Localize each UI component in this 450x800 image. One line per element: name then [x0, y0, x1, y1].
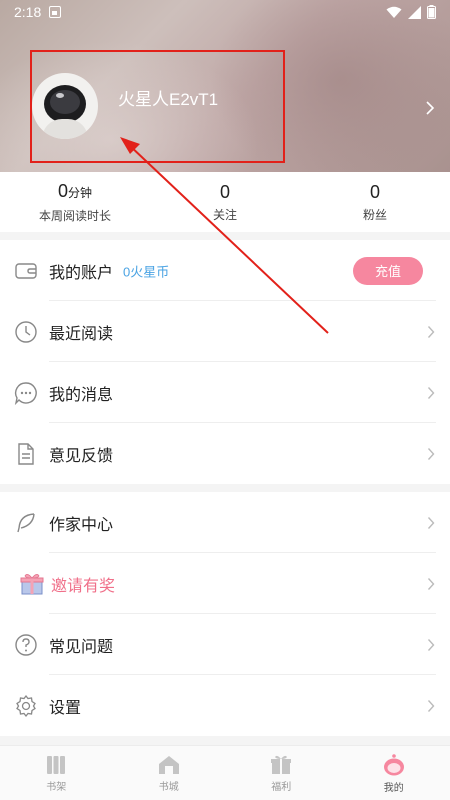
document-icon: [18, 442, 34, 465]
chevron-right-icon: [427, 447, 435, 460]
tab-bookstore[interactable]: 书城: [113, 746, 226, 800]
tab-label: 书城: [158, 781, 179, 793]
coin-balance: 0火星币: [123, 264, 170, 279]
menu-item-label: 我的账户: [49, 264, 114, 282]
menu-item-settings[interactable]: 设置: [0, 675, 450, 736]
chevron-right-icon: [427, 699, 435, 712]
stat-reading-time[interactable]: 0分钟 本周阅读时长: [0, 172, 150, 232]
battery-icon: [427, 5, 436, 19]
section-divider: [0, 736, 450, 745]
tab-label: 福利: [271, 781, 292, 793]
menu-item-label: 作家中心: [49, 516, 114, 534]
menu-item-writer-center[interactable]: 作家中心: [0, 492, 450, 553]
signal-icon: [408, 5, 421, 19]
bookstore-icon: [158, 755, 179, 774]
menu-item-label: 我的消息: [49, 386, 114, 404]
profile-icon: [383, 753, 404, 775]
chevron-right-icon: [427, 577, 435, 590]
bookshelf-icon: [47, 755, 66, 774]
question-icon: [15, 633, 37, 656]
notification-app-icon: [49, 6, 62, 18]
stats-bar: 0分钟 本周阅读时长 0 关注 0 粉丝: [0, 172, 450, 232]
tab-mine[interactable]: 我的: [338, 746, 450, 800]
message-bubble-icon: [14, 381, 37, 405]
tab-bookshelf[interactable]: 书架: [0, 746, 113, 800]
tab-welfare[interactable]: 福利: [225, 746, 338, 800]
menu-item-label: 邀请有奖: [51, 577, 116, 595]
stat-label: 本周阅读时长: [38, 209, 111, 223]
wifi-icon: [386, 6, 402, 18]
stat-value: 0: [369, 182, 380, 202]
menu-item-invite-reward[interactable]: 邀请有奖: [0, 553, 450, 614]
feather-icon: [17, 512, 35, 532]
menu-item-messages[interactable]: 我的消息: [0, 362, 450, 423]
recharge-button[interactable]: 充值: [353, 256, 423, 285]
gift-icon: [271, 755, 292, 774]
menu-item-label: 设置: [49, 699, 82, 717]
clock-icon: [15, 320, 37, 343]
status-time: 2:18: [14, 4, 42, 20]
chevron-right-icon: [427, 325, 435, 338]
section-divider: [0, 232, 450, 240]
gift-icon: [20, 573, 44, 594]
menu-item-feedback[interactable]: 意见反馈: [0, 423, 450, 484]
tab-label: 书架: [46, 781, 67, 793]
stat-value: 0: [57, 181, 68, 201]
stat-value: 0: [219, 182, 230, 202]
gear-icon: [16, 694, 36, 717]
menu-item-label: 常见问题: [49, 638, 114, 656]
chevron-right-icon: [427, 386, 435, 399]
annotation-highlight-box: [30, 50, 285, 163]
bottom-tab-bar: 书架 书城 福利 我的: [0, 745, 450, 800]
wallet-icon: [15, 262, 37, 279]
menu-item-account[interactable]: 我的账户 0火星币 充值: [0, 240, 450, 301]
menu-item-faq[interactable]: 常见问题: [0, 614, 450, 675]
menu-item-recent-reading[interactable]: 最近阅读: [0, 301, 450, 362]
menu-item-label: 意见反馈: [49, 447, 114, 465]
menu-item-label: 最近阅读: [49, 325, 114, 343]
chevron-right-icon[interactable]: [425, 100, 435, 116]
section-divider: [0, 484, 450, 492]
stat-label: 关注: [212, 208, 237, 222]
stat-followers[interactable]: 0 粉丝: [300, 172, 450, 232]
stat-following[interactable]: 0 关注: [150, 172, 300, 232]
chevron-right-icon: [427, 638, 435, 651]
tab-label: 我的: [383, 782, 404, 794]
chevron-right-icon: [427, 516, 435, 529]
status-bar: 2:18: [0, 0, 450, 24]
stat-unit: 分钟: [68, 186, 93, 200]
stat-label: 粉丝: [362, 208, 387, 222]
